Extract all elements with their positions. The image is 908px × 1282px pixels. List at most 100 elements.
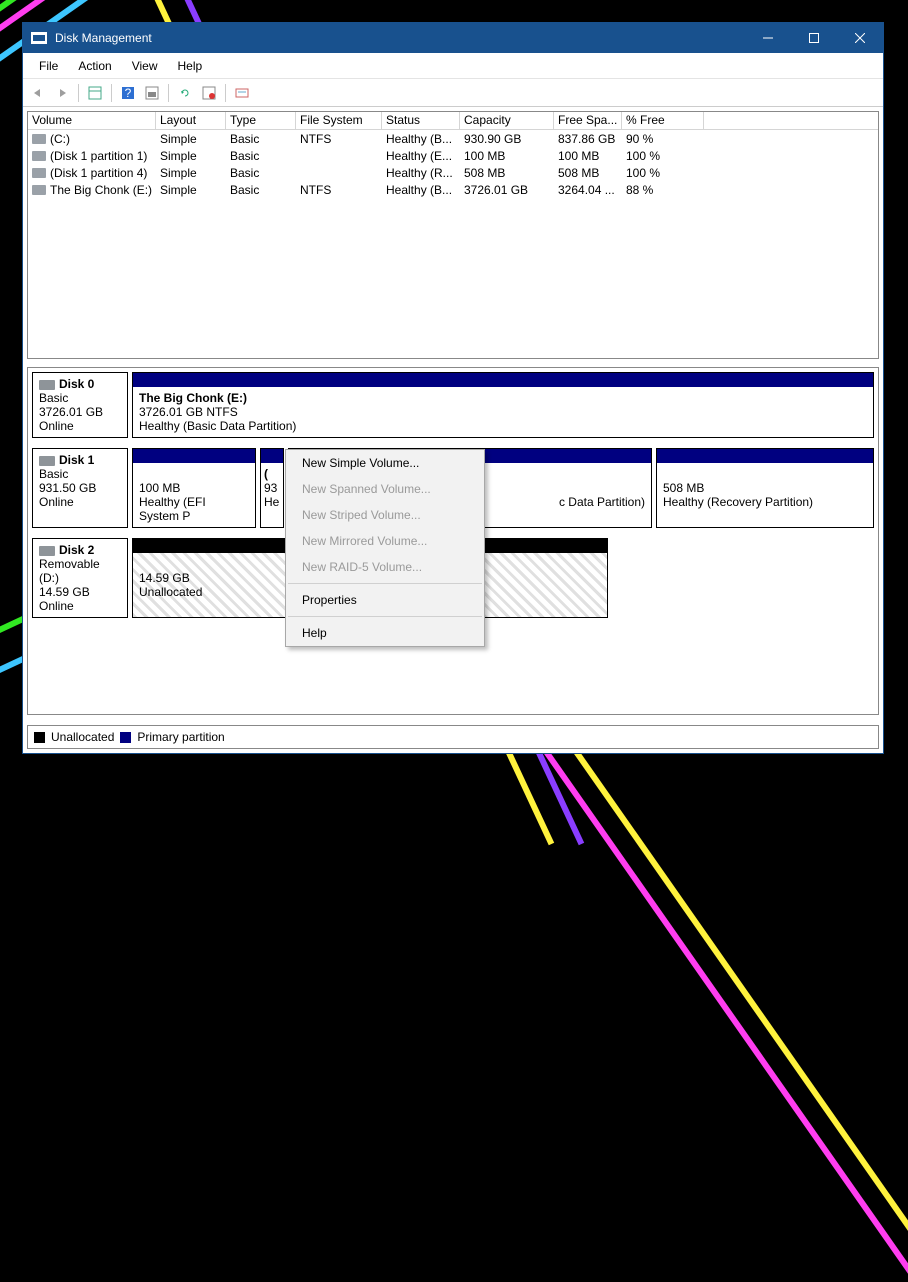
disk-size: 931.50 GB <box>39 481 121 495</box>
disk-icon <box>39 546 55 556</box>
menu-view[interactable]: View <box>122 57 168 75</box>
minimize-button[interactable] <box>745 23 791 53</box>
disk-name: Disk 2 <box>59 543 94 557</box>
back-button[interactable] <box>27 82 49 104</box>
cell: Healthy (B... <box>382 132 460 146</box>
disk-size: 14.59 GB <box>39 585 121 599</box>
disk-row: Disk 0 Basic 3726.01 GB Online The Big C… <box>32 372 874 438</box>
col-fs[interactable]: File System <box>296 112 382 130</box>
volume-list[interactable]: Volume Layout Type File System Status Ca… <box>27 111 879 359</box>
col-status[interactable]: Status <box>382 112 460 130</box>
partition-status: Healthy (Recovery Partition) <box>663 495 867 509</box>
toolbar-icon[interactable] <box>231 82 253 104</box>
cell: Basic <box>226 132 296 146</box>
cell: Healthy (E... <box>382 149 460 163</box>
drive-icon <box>32 185 46 195</box>
titlebar[interactable]: Disk Management <box>23 23 883 53</box>
drive-icon <box>32 168 46 178</box>
window-title: Disk Management <box>55 31 745 45</box>
drive-icon <box>32 151 46 161</box>
partition-size: 93 <box>264 481 280 495</box>
disk-state: Online <box>39 599 121 613</box>
ctx-help[interactable]: Help <box>286 620 484 646</box>
legend-swatch-unallocated <box>34 732 45 743</box>
help-toolbar-button[interactable]: ? <box>117 82 139 104</box>
ctx-new-mirrored-volume[interactable]: New Mirrored Volume... <box>286 528 484 554</box>
cell: Basic <box>226 149 296 163</box>
partition[interactable]: 508 MB Healthy (Recovery Partition) <box>656 448 874 528</box>
col-free[interactable]: Free Spa... <box>554 112 622 130</box>
refresh-toolbar-button[interactable] <box>174 82 196 104</box>
disk-info[interactable]: Disk 1 Basic 931.50 GB Online <box>32 448 128 528</box>
app-icon <box>31 32 47 44</box>
volume-row[interactable]: (Disk 1 partition 4) Simple Basic Health… <box>28 164 878 181</box>
cell: 100 MB <box>554 149 622 163</box>
cell: (C:) <box>50 132 70 146</box>
menu-action[interactable]: Action <box>68 57 121 75</box>
maximize-button[interactable] <box>791 23 837 53</box>
partition[interactable]: The Big Chonk (E:) 3726.01 GB NTFS Healt… <box>132 372 874 438</box>
partition-size: 508 MB <box>663 481 867 495</box>
partition-size: 3726.01 GB NTFS <box>139 405 867 419</box>
disk-icon <box>39 456 55 466</box>
toolbar: ? <box>23 79 883 107</box>
close-button[interactable] <box>837 23 883 53</box>
disk-size: 3726.01 GB <box>39 405 121 419</box>
partition-name: The Big Chonk (E:) <box>139 391 867 405</box>
cell: Basic <box>226 166 296 180</box>
partition-status: Healthy (EFI System P <box>139 495 249 523</box>
cell: Healthy (B... <box>382 183 460 197</box>
cell: Basic <box>226 183 296 197</box>
ctx-new-simple-volume[interactable]: New Simple Volume... <box>286 450 484 476</box>
cell: NTFS <box>296 183 382 197</box>
ctx-new-raid5-volume[interactable]: New RAID-5 Volume... <box>286 554 484 580</box>
disk-name: Disk 0 <box>59 377 94 391</box>
cell: 508 MB <box>554 166 622 180</box>
ctx-new-striped-volume[interactable]: New Striped Volume... <box>286 502 484 528</box>
cell: 930.90 GB <box>460 132 554 146</box>
ctx-new-spanned-volume[interactable]: New Spanned Volume... <box>286 476 484 502</box>
cell: 88 % <box>622 183 704 197</box>
legend: Unallocated Primary partition <box>27 725 879 749</box>
legend-label: Primary partition <box>137 730 224 744</box>
svg-text:?: ? <box>125 86 132 100</box>
disk-state: Online <box>39 419 121 433</box>
cell: 100 % <box>622 149 704 163</box>
cell: 508 MB <box>460 166 554 180</box>
disk-management-window: Disk Management File Action View Help ? … <box>22 22 884 754</box>
col-capacity[interactable]: Capacity <box>460 112 554 130</box>
toolbar-icon[interactable] <box>198 82 220 104</box>
partition-cap <box>657 449 873 463</box>
ctx-properties[interactable]: Properties <box>286 587 484 613</box>
col-type[interactable]: Type <box>226 112 296 130</box>
cell: (Disk 1 partition 4) <box>50 166 147 180</box>
disk-type: Basic <box>39 391 121 405</box>
col-pct[interactable]: % Free <box>622 112 704 130</box>
cell: (Disk 1 partition 1) <box>50 149 147 163</box>
volume-row[interactable]: (Disk 1 partition 1) Simple Basic Health… <box>28 147 878 164</box>
cell: Simple <box>156 149 226 163</box>
cell: 837.86 GB <box>554 132 622 146</box>
cell: The Big Chonk (E:) <box>50 183 152 197</box>
cell: 90 % <box>622 132 704 146</box>
cell: 3264.04 ... <box>554 183 622 197</box>
volume-row[interactable]: (C:) Simple Basic NTFS Healthy (B... 930… <box>28 130 878 147</box>
disk-icon <box>39 380 55 390</box>
menu-file[interactable]: File <box>29 57 68 75</box>
drive-icon <box>32 134 46 144</box>
col-layout[interactable]: Layout <box>156 112 226 130</box>
volume-row[interactable]: The Big Chonk (E:) Simple Basic NTFS Hea… <box>28 181 878 198</box>
cell: NTFS <box>296 132 382 146</box>
col-volume[interactable]: Volume <box>28 112 156 130</box>
disk-type: Basic <box>39 467 121 481</box>
partition-name: ( <box>264 467 280 481</box>
disk-info[interactable]: Disk 0 Basic 3726.01 GB Online <box>32 372 128 438</box>
toolbar-icon[interactable] <box>141 82 163 104</box>
partition[interactable]: ( 93 He <box>260 448 284 528</box>
disk-info[interactable]: Disk 2 Removable (D:) 14.59 GB Online <box>32 538 128 618</box>
toolbar-icon[interactable] <box>84 82 106 104</box>
partition[interactable]: 100 MB Healthy (EFI System P <box>132 448 256 528</box>
menu-help[interactable]: Help <box>168 57 213 75</box>
forward-button[interactable] <box>51 82 73 104</box>
menubar: File Action View Help <box>23 53 883 79</box>
